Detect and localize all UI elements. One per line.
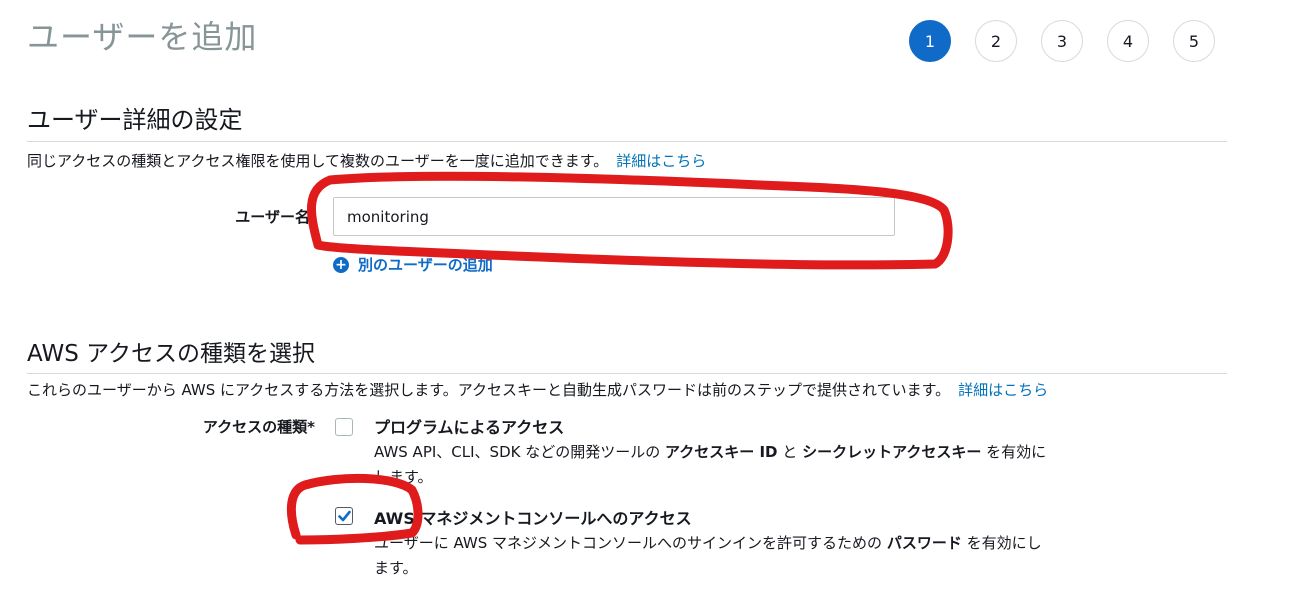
learn-more-link[interactable]: 詳細はこちら bbox=[616, 152, 706, 170]
step-5[interactable]: 5 bbox=[1173, 20, 1215, 62]
desc-bold: パスワード bbox=[886, 534, 962, 552]
section-divider bbox=[27, 373, 1227, 374]
check-icon bbox=[338, 510, 351, 522]
user-details-description: 同じアクセスの種類とアクセス権限を使用して複数のユーザーを一度に追加できます。詳… bbox=[27, 150, 706, 171]
access-type-label: アクセスの種類* bbox=[202, 418, 315, 436]
desc-text: AWS API、CLI、SDK などの開発ツールの bbox=[374, 443, 665, 461]
desc-text: ユーザーに AWS マネジメントコンソールへのサインインを許可するための bbox=[374, 534, 887, 552]
access-type-heading: AWS アクセスの種類を選択 bbox=[27, 341, 315, 367]
step-3[interactable]: 3 bbox=[1041, 20, 1083, 62]
add-another-user-link[interactable]: + 別のユーザーの追加 bbox=[333, 254, 493, 275]
user-details-heading: ユーザー詳細の設定 bbox=[27, 106, 243, 134]
programmatic-access-description: AWS API、CLI、SDK などの開発ツールの アクセスキー ID と シー… bbox=[374, 440, 1054, 490]
programmatic-access-title: プログラムによるアクセス bbox=[374, 418, 565, 437]
step-2[interactable]: 2 bbox=[975, 20, 1017, 62]
username-label: ユーザー名 bbox=[235, 208, 310, 226]
page-title: ユーザーを追加 bbox=[27, 18, 258, 56]
console-access-title: AWS マネジメントコンソールへのアクセス bbox=[374, 509, 692, 528]
step-1[interactable]: 1 bbox=[909, 20, 951, 62]
wizard-steps: 1 2 3 4 5 bbox=[909, 20, 1239, 62]
programmatic-access-checkbox[interactable] bbox=[335, 418, 353, 436]
add-user-link-label: 別のユーザーの追加 bbox=[358, 256, 493, 274]
console-access-description: ユーザーに AWS マネジメントコンソールへのサインインを許可するための パスワ… bbox=[374, 531, 1054, 581]
plus-circle-icon: + bbox=[333, 256, 349, 273]
desc-bold: アクセスキー ID bbox=[665, 443, 778, 461]
learn-more-link[interactable]: 詳細はこちら bbox=[958, 381, 1048, 399]
access-type-description: これらのユーザーから AWS にアクセスする方法を選択します。アクセスキーと自動… bbox=[27, 379, 1048, 400]
user-details-description-text: 同じアクセスの種類とアクセス権限を使用して複数のユーザーを一度に追加できます。 bbox=[27, 152, 609, 170]
console-access-checkbox[interactable] bbox=[335, 507, 353, 525]
username-input[interactable] bbox=[333, 197, 895, 236]
desc-bold: シークレットアクセスキー bbox=[802, 443, 982, 461]
desc-text: と bbox=[777, 443, 803, 461]
step-4[interactable]: 4 bbox=[1107, 20, 1149, 62]
section-divider bbox=[27, 141, 1227, 142]
access-type-description-text: これらのユーザーから AWS にアクセスする方法を選択します。アクセスキーと自動… bbox=[27, 381, 951, 399]
